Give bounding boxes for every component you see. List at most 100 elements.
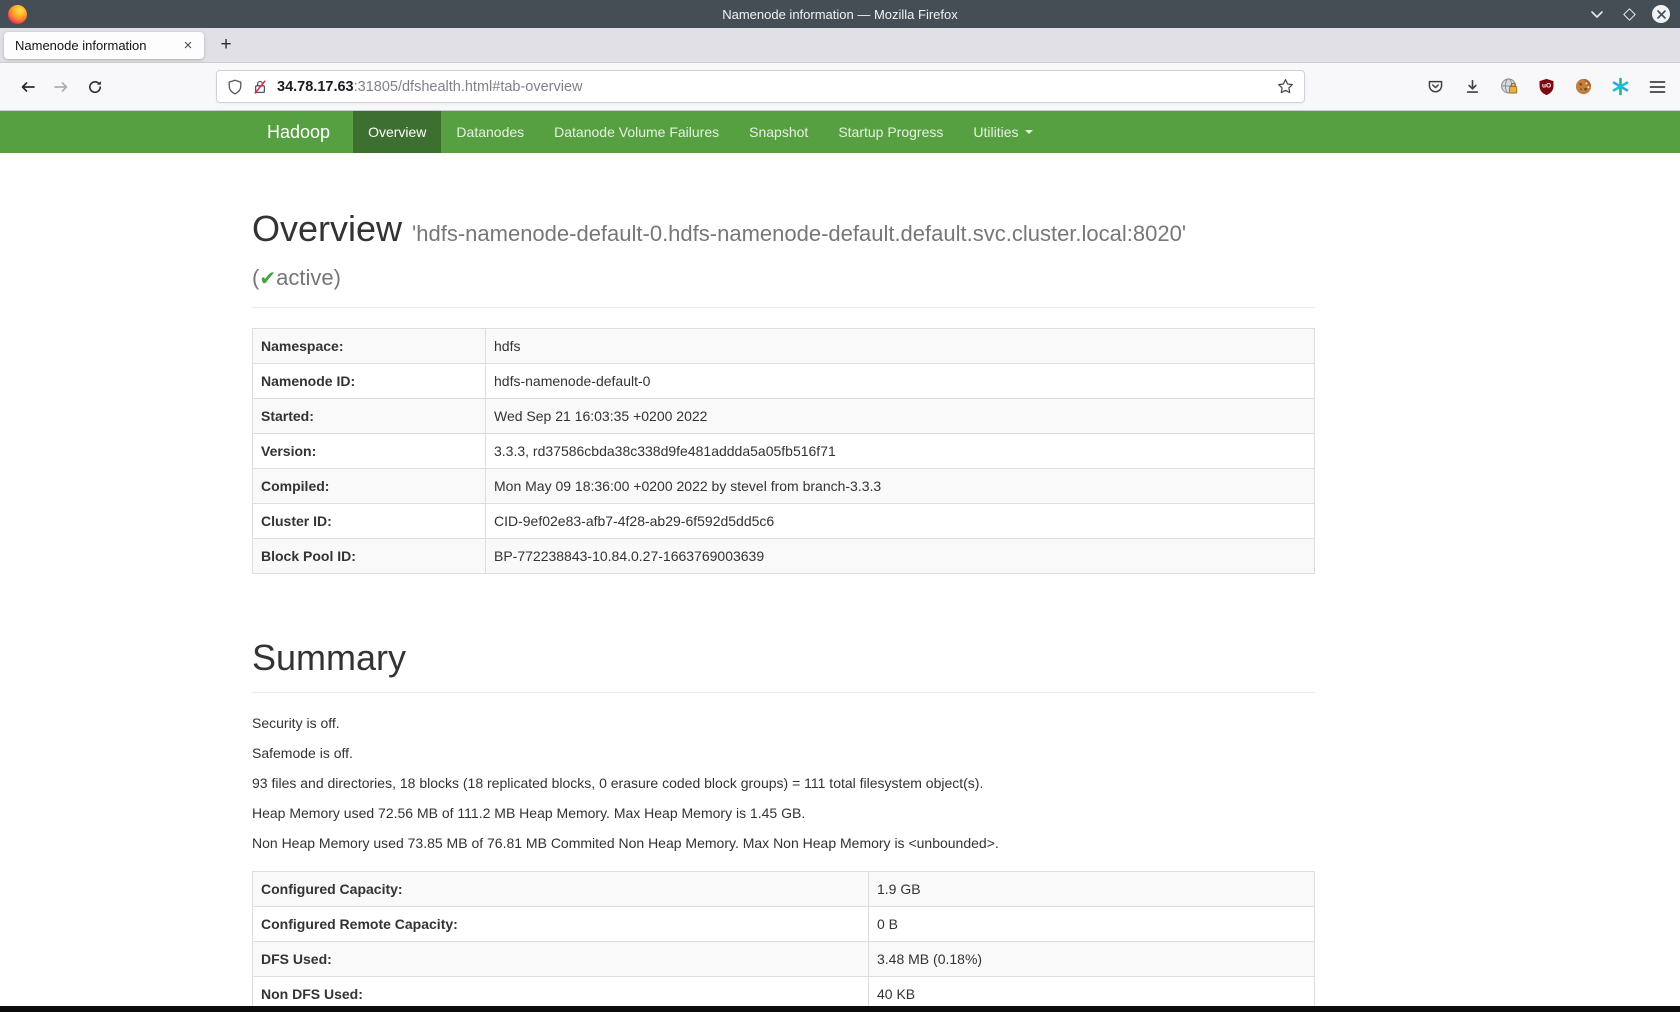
summary-line: Security is off. bbox=[252, 713, 1315, 733]
row-value: 3.48 MB (0.18%) bbox=[869, 942, 1315, 977]
colorful-asterisk-extension-icon[interactable] bbox=[1609, 76, 1631, 98]
window-controls bbox=[1588, 5, 1670, 23]
summary-line: 93 files and directories, 18 blocks (18 … bbox=[252, 773, 1315, 793]
navigation-toolbar: 34.78.17.63:31805/dfshealth.html#tab-ove… bbox=[0, 63, 1680, 111]
nav-item-utilities[interactable]: Utilities bbox=[958, 111, 1047, 153]
new-tab-button[interactable]: + bbox=[213, 32, 239, 58]
row-label: Configured Capacity: bbox=[253, 872, 869, 907]
svg-text:uO: uO bbox=[1541, 82, 1550, 89]
row-value: hdfs bbox=[486, 329, 1315, 364]
summary-line: Non Heap Memory used 73.85 MB of 76.81 M… bbox=[252, 833, 1315, 853]
row-value: hdfs-namenode-default-0 bbox=[486, 364, 1315, 399]
table-row: Namespace:hdfs bbox=[253, 329, 1315, 364]
url-text: 34.78.17.63:31805/dfshealth.html#tab-ove… bbox=[277, 79, 1269, 95]
nav-item-label: Startup Progress bbox=[838, 124, 943, 140]
toolbar-extensions-area: uO bbox=[1424, 76, 1668, 98]
tab-namenode-information[interactable]: Namenode information × bbox=[4, 32, 204, 59]
nav-item-label: Datanodes bbox=[456, 124, 524, 140]
window-bottom-border bbox=[0, 1006, 1680, 1012]
forward-arrow-icon bbox=[53, 79, 70, 95]
row-label: Started: bbox=[253, 399, 486, 434]
close-icon bbox=[1652, 5, 1670, 23]
namenode-address: 'hdfs-namenode-default-0.hdfs-namenode-d… bbox=[412, 221, 1186, 246]
row-value: 0 B bbox=[869, 907, 1315, 942]
table-row: Cluster ID:CID-9ef02e83-afb7-4f28-ab29-6… bbox=[253, 504, 1315, 539]
hadoop-nav-tabs: Overview Datanodes Datanode Volume Failure… bbox=[353, 111, 1047, 153]
url-bar[interactable]: 34.78.17.63:31805/dfshealth.html#tab-ove… bbox=[216, 70, 1305, 103]
row-label: Cluster ID: bbox=[253, 504, 486, 539]
url-host: 34.78.17.63 bbox=[277, 79, 354, 95]
row-label: DFS Used: bbox=[253, 942, 869, 977]
table-row: Namenode ID:hdfs-namenode-default-0 bbox=[253, 364, 1315, 399]
table-row: Compiled:Mon May 09 18:36:00 +0200 2022 … bbox=[253, 469, 1315, 504]
row-value: CID-9ef02e83-afb7-4f28-ab29-6f592d5dd5c6 bbox=[486, 504, 1315, 539]
summary-paragraphs: Security is off. Safemode is off. 93 files… bbox=[252, 713, 1315, 853]
row-value: 3.3.3, rd37586cbda38c338d9fe481addda5a05… bbox=[486, 434, 1315, 469]
back-button[interactable] bbox=[12, 72, 42, 102]
chevron-down-icon bbox=[1590, 10, 1604, 19]
table-row: Block Pool ID:BP-772238843-10.84.0.27-16… bbox=[253, 539, 1315, 574]
tab-close-icon[interactable]: × bbox=[178, 35, 198, 55]
firefox-logo-icon bbox=[8, 5, 27, 24]
table-row: Configured Capacity:1.9 GB bbox=[253, 872, 1315, 907]
insecure-lock-icon[interactable] bbox=[252, 79, 268, 95]
nav-item-label: Datanode Volume Failures bbox=[554, 124, 719, 140]
hadoop-brand[interactable]: Hadoop bbox=[252, 111, 345, 153]
row-label: Namenode ID: bbox=[253, 364, 486, 399]
row-value: Mon May 09 18:36:00 +0200 2022 by stevel… bbox=[486, 469, 1315, 504]
table-row: Configured Remote Capacity:0 B bbox=[253, 907, 1315, 942]
back-arrow-icon bbox=[19, 79, 36, 95]
row-value: 1.9 GB bbox=[869, 872, 1315, 907]
row-label: Configured Remote Capacity: bbox=[253, 907, 869, 942]
close-button[interactable] bbox=[1652, 5, 1670, 23]
downloads-icon[interactable] bbox=[1461, 76, 1483, 98]
table-row: Version:3.3.3, rd37586cbda38c338d9fe481a… bbox=[253, 434, 1315, 469]
reload-icon bbox=[87, 79, 103, 95]
table-row: Started:Wed Sep 21 16:03:35 +0200 2022 bbox=[253, 399, 1315, 434]
maximize-button[interactable] bbox=[1620, 5, 1638, 23]
row-label: Compiled: bbox=[253, 469, 486, 504]
table-row: DFS Used:3.48 MB (0.18%) bbox=[253, 942, 1315, 977]
summary-heading: Summary bbox=[252, 638, 1315, 678]
nav-item-datanode-volume-failures[interactable]: Datanode Volume Failures bbox=[539, 111, 734, 153]
capacity-table: Configured Capacity:1.9 GBConfigured Rem… bbox=[252, 871, 1315, 1012]
row-value: BP-772238843-10.84.0.27-1663769003639 bbox=[486, 539, 1315, 574]
nav-item-overview[interactable]: Overview bbox=[353, 111, 441, 153]
nav-item-datanodes[interactable]: Datanodes bbox=[441, 111, 539, 153]
window-title: Namenode information — Mozilla Firefox bbox=[0, 7, 1680, 22]
url-path: :31805/dfshealth.html#tab-overview bbox=[354, 79, 583, 95]
row-label: Block Pool ID: bbox=[253, 539, 486, 574]
browser-window: Namenode information — Mozilla Firefox N… bbox=[0, 0, 1680, 1012]
menu-hamburger-icon[interactable] bbox=[1646, 76, 1668, 98]
overview-title: Overview bbox=[252, 208, 402, 249]
hadoop-navbar: Hadoop Overview Datanodes Datanode Volume … bbox=[0, 111, 1680, 153]
pocket-icon[interactable] bbox=[1424, 76, 1446, 98]
divider bbox=[252, 692, 1315, 693]
bookmark-star-icon[interactable] bbox=[1277, 78, 1294, 95]
tab-title: Namenode information bbox=[15, 38, 178, 53]
namenode-status: (✔active) bbox=[252, 264, 1315, 293]
summary-line: Safemode is off. bbox=[252, 743, 1315, 763]
nav-item-startup-progress[interactable]: Startup Progress bbox=[823, 111, 958, 153]
privacy-extension-icon[interactable] bbox=[1498, 76, 1520, 98]
titlebar: Namenode information — Mozilla Firefox bbox=[0, 0, 1680, 28]
status-label: active) bbox=[276, 265, 341, 290]
tab-bar: Namenode information × + bbox=[0, 28, 1680, 63]
nav-item-label: Utilities bbox=[973, 124, 1018, 140]
row-label: Namespace: bbox=[253, 329, 486, 364]
caret-down-icon bbox=[1025, 130, 1033, 134]
summary-line: Heap Memory used 72.56 MB of 111.2 MB He… bbox=[252, 803, 1315, 823]
nav-item-snapshot[interactable]: Snapshot bbox=[734, 111, 823, 153]
forward-button[interactable] bbox=[46, 72, 76, 102]
namenode-info-table: Namespace:hdfsNamenode ID:hdfs-namenode-… bbox=[252, 328, 1315, 574]
shield-icon[interactable] bbox=[227, 79, 243, 95]
divider bbox=[252, 307, 1315, 308]
row-label: Version: bbox=[253, 434, 486, 469]
check-icon: ✔ bbox=[259, 268, 276, 290]
nav-item-label: Overview bbox=[368, 124, 426, 140]
overview-heading: Overview 'hdfs-namenode-default-0.hdfs-n… bbox=[252, 209, 1315, 254]
ublock-origin-icon[interactable]: uO bbox=[1535, 76, 1557, 98]
minimize-button[interactable] bbox=[1588, 5, 1606, 23]
cookie-extension-icon[interactable] bbox=[1572, 76, 1594, 98]
reload-button[interactable] bbox=[80, 72, 110, 102]
